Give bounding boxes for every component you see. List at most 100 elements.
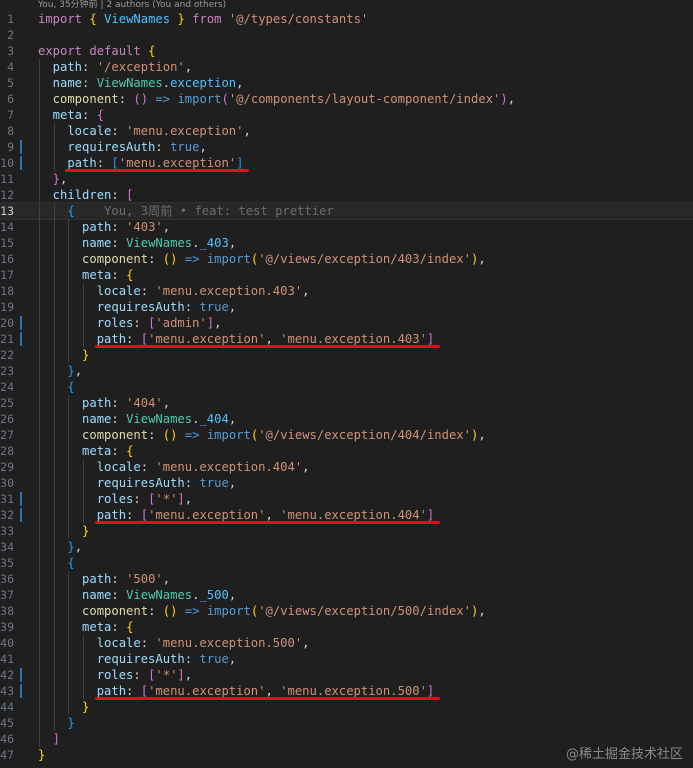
code-text: path: '500', xyxy=(82,571,170,587)
code-line[interactable]: 23}, xyxy=(0,363,693,379)
indent-guide xyxy=(68,587,70,603)
code-token: } xyxy=(52,172,61,186)
indent-guide xyxy=(53,219,55,235)
code-line[interactable]: 13 {You, 3周前 • feat: test prettier xyxy=(0,202,693,220)
code-line[interactable]: 3 export default { xyxy=(0,43,693,59)
code-line[interactable]: 19 requiresAuth: true, xyxy=(0,299,693,315)
indent-guide xyxy=(68,603,70,619)
code-line[interactable]: 1 import { ViewNames } from '@/types/cons… xyxy=(0,11,693,27)
code-line[interactable]: 7 meta: { xyxy=(0,107,693,123)
line-number: 45 xyxy=(0,716,14,730)
code-token: : xyxy=(140,636,156,650)
code-line[interactable]: 16 component: () => import('@/views/excep… xyxy=(0,251,693,267)
code-line[interactable]: 26 name: ViewNames._404, xyxy=(0,411,693,427)
code-line[interactable]: 6 component: () => import('@/components/l… xyxy=(0,91,693,107)
code-line[interactable]: 27 component: () => import('@/views/excep… xyxy=(0,427,693,443)
indent-guide xyxy=(39,411,40,427)
code-line[interactable]: 22} xyxy=(0,347,693,363)
code-editor[interactable]: You, 35分钟前 | 2 authors (You and others) … xyxy=(0,0,693,768)
indent-guide xyxy=(68,651,70,667)
indent-guide xyxy=(53,283,55,299)
code-line[interactable]: 40 locale: 'menu.exception.500', xyxy=(0,635,693,651)
code-line[interactable]: 5 name: ViewNames.exception, xyxy=(0,75,693,91)
code-token: } xyxy=(82,700,90,714)
code-line[interactable]: 44} xyxy=(0,699,693,715)
code-line[interactable]: 38 component: () => import('@/views/excep… xyxy=(0,603,693,619)
code-line[interactable]: 30 requiresAuth: true, xyxy=(0,475,693,491)
code-line[interactable]: 12 children: [ xyxy=(0,187,693,203)
line-number: 1 xyxy=(7,12,14,26)
code-token: , xyxy=(236,76,244,90)
code-token: path xyxy=(96,332,127,346)
codelens-authors[interactable]: You, 35分钟前 | 2 authors (You and others) xyxy=(38,0,226,11)
code-line[interactable]: 37 name: ViewNames._500, xyxy=(0,587,693,603)
git-change-indicator[interactable] xyxy=(20,684,22,698)
code-line[interactable]: 9 requiresAuth: true, xyxy=(0,139,693,155)
git-change-indicator[interactable] xyxy=(20,332,22,346)
git-change-indicator[interactable] xyxy=(20,508,22,522)
code-line[interactable]: 34}, xyxy=(0,539,693,555)
code-line[interactable]: 25 path: '404', xyxy=(0,395,693,411)
code-line[interactable]: 35 { xyxy=(0,555,693,571)
code-text: component: () => import('@/components/la… xyxy=(53,91,515,107)
indent-guide xyxy=(53,555,55,571)
indent-guide xyxy=(39,251,40,267)
code-line[interactable]: 15 name: ViewNames._403, xyxy=(0,235,693,251)
code-token: , xyxy=(265,684,281,698)
code-text: requiresAuth: true, xyxy=(97,299,236,315)
code-token: ViewNames xyxy=(96,76,163,90)
code-line[interactable]: 36 path: '500', xyxy=(0,571,693,587)
git-change-indicator[interactable] xyxy=(20,156,22,170)
code-token: [ xyxy=(126,188,134,202)
code-line[interactable]: 4 path: '/exception', xyxy=(0,59,693,75)
indent-guide xyxy=(39,315,40,331)
code-line[interactable]: 41 requiresAuth: true, xyxy=(0,651,693,667)
indent-guide xyxy=(68,251,70,267)
code-token: , xyxy=(507,92,516,106)
code-line[interactable]: 28 meta: { xyxy=(0,443,693,459)
code-token: : xyxy=(126,508,141,522)
code-text: path: '404', xyxy=(82,395,170,411)
git-change-indicator[interactable] xyxy=(20,316,22,330)
code-line[interactable]: 33} xyxy=(0,523,693,539)
code-line[interactable]: 31 roles: ['*'], xyxy=(0,491,693,507)
code-line[interactable]: 24 { xyxy=(0,379,693,395)
code-line[interactable]: 20 roles: ['admin'], xyxy=(0,315,693,331)
indent-guide xyxy=(39,363,40,379)
code-line[interactable]: 8 locale: 'menu.exception', xyxy=(0,123,693,139)
code-token: : xyxy=(133,492,149,506)
code-line[interactable]: 45} xyxy=(0,715,693,731)
code-token: : xyxy=(111,236,127,250)
indent-guide xyxy=(53,363,55,379)
indent-guide xyxy=(53,395,55,411)
code-token: ViewNames xyxy=(126,236,193,250)
git-change-indicator[interactable] xyxy=(20,668,22,682)
indent-guide xyxy=(53,491,55,507)
code-token: : xyxy=(118,92,134,106)
code-text: { xyxy=(67,555,74,571)
code-token: 'admin' xyxy=(155,316,207,330)
line-number: 47 xyxy=(0,748,14,762)
code-line[interactable]: 42 roles: ['*'], xyxy=(0,667,693,683)
git-change-indicator[interactable] xyxy=(20,140,22,154)
code-token: : xyxy=(184,476,200,490)
code-line[interactable]: 2 xyxy=(0,27,693,43)
code-line[interactable]: 11}, xyxy=(0,171,693,187)
git-change-indicator[interactable] xyxy=(20,492,22,506)
code-token: : xyxy=(111,124,127,138)
indent-guide xyxy=(39,523,40,539)
line-number: 11 xyxy=(0,172,14,186)
code-token: 'menu.exception.403' xyxy=(280,332,427,346)
code-line[interactable]: 18 locale: 'menu.exception.403', xyxy=(0,283,693,299)
code-token: '/exception' xyxy=(96,60,185,74)
code-line[interactable]: 17 meta: { xyxy=(0,267,693,283)
code-line[interactable]: 29 locale: 'menu.exception.404', xyxy=(0,459,693,475)
line-number: 46 xyxy=(0,732,14,746)
code-token: '@/types/constants' xyxy=(228,12,369,26)
code-line[interactable]: 14 path: '403', xyxy=(0,219,693,235)
code-token: => xyxy=(155,92,171,106)
code-token: { xyxy=(89,12,97,26)
code-token: 'menu.exception' xyxy=(126,124,244,138)
code-line[interactable]: 39 meta: { xyxy=(0,619,693,635)
